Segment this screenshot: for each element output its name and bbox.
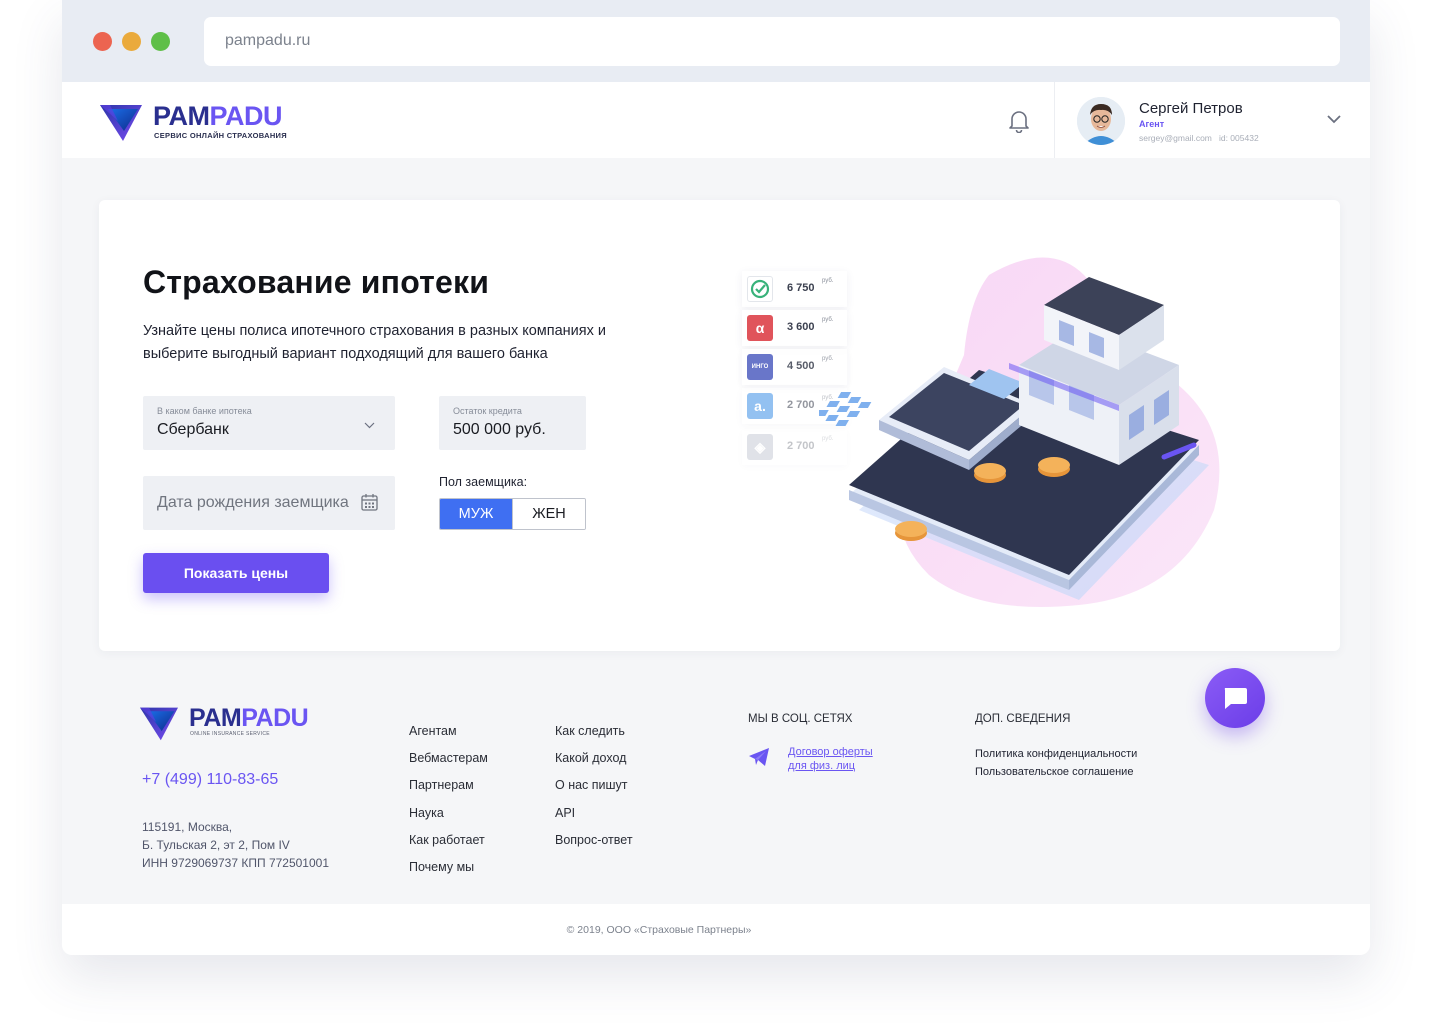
check-icon — [747, 276, 773, 302]
bell-icon[interactable] — [1008, 109, 1030, 133]
footer-link-why-us[interactable]: Почему мы — [409, 854, 488, 881]
page-subtitle: Узнайте цены полиса ипотечного страхован… — [143, 323, 607, 362]
chat-button[interactable] — [1205, 668, 1265, 728]
mortgage-illustration — [819, 257, 1220, 607]
footer-links-col1: Агентам Вебмастерам Партнерам Наука Как … — [409, 718, 488, 881]
gender-female-button[interactable]: ЖЕН — [512, 499, 585, 529]
address-bar[interactable]: pampadu.ru — [204, 17, 1340, 66]
calendar-icon[interactable] — [361, 493, 378, 511]
credit-balance-field[interactable]: Остаток кредита 500 000 руб. — [439, 396, 586, 450]
footer-link-webmasters[interactable]: Вебмастерам — [409, 745, 488, 772]
close-window-button[interactable] — [93, 32, 112, 51]
logo-tagline: СЕРВИС ОНЛАЙН СТРАХОВАНИЯ — [154, 131, 287, 140]
show-prices-button[interactable]: Показать цены — [143, 553, 329, 593]
privacy-policy-link[interactable]: Политика конфиденциальности — [975, 745, 1137, 763]
birth-date-placeholder: Дата рождения заемщика — [157, 494, 349, 511]
footer-link-agents[interactable]: Агентам — [409, 718, 488, 745]
price-value: 6 750 — [787, 282, 815, 294]
chevron-down-icon — [364, 422, 375, 429]
alpha-icon: α — [747, 315, 773, 341]
footer-link-api[interactable]: API — [555, 800, 633, 827]
offer-agreement-link[interactable]: Договор оферты для физ. лиц — [788, 745, 873, 773]
footer-link-press[interactable]: О нас пишут — [555, 772, 633, 799]
logo-text-part1: PAM — [153, 101, 210, 131]
footer-link-science[interactable]: Наука — [409, 800, 488, 827]
bank-select[interactable]: В каком банке ипотека Сбербанк — [143, 396, 395, 450]
minimize-window-button[interactable] — [122, 32, 141, 51]
footer-link-how-it-works[interactable]: Как работает — [409, 827, 488, 854]
maximize-window-button[interactable] — [151, 32, 170, 51]
user-role: Агент — [1139, 119, 1165, 129]
page-title: Страхование ипотеки — [143, 264, 490, 300]
user-email: sergey@gmail.com — [1139, 133, 1212, 143]
copyright-bar: © 2019, ООО «Страховые Партнеры» — [62, 904, 1370, 955]
user-agreement-link[interactable]: Пользовательское соглашение — [975, 763, 1137, 781]
footer-link-income[interactable]: Какой доход — [555, 745, 633, 772]
gender-label: Пол заемщика: — [439, 475, 528, 489]
browser-toolbar: pampadu.ru — [62, 0, 1370, 82]
avatar-image — [1077, 97, 1125, 145]
ingo-icon: ИНГО — [747, 354, 773, 380]
copyright: © 2019, ООО «Страховые Партнеры» — [566, 924, 752, 936]
birth-date-field[interactable]: Дата рождения заемщика — [143, 476, 395, 530]
header-divider — [1054, 82, 1055, 158]
price-value: 3 600 — [787, 321, 815, 333]
footer-phone[interactable]: +7 (499) 110-83-65 — [142, 771, 278, 789]
credit-balance-value: 500 000 руб. — [453, 421, 546, 438]
logo-mark-icon — [100, 105, 142, 141]
bank-select-label: В каком банке ипотека — [157, 406, 252, 416]
logo[interactable]: PAMPADU СЕРВИС ОНЛАЙН СТРАХОВАНИЯ — [98, 101, 298, 143]
user-meta: sergey@gmail.com id: 005432 — [1139, 133, 1259, 143]
gender-male-button[interactable]: МУЖ — [440, 499, 512, 529]
bank-select-value: Сбербанк — [157, 421, 229, 438]
offer-agreement-line2: для физ. лиц — [788, 760, 856, 772]
telegram-icon[interactable] — [748, 747, 770, 767]
browser-window: pampadu.ru PAMPADU СЕРВИС ОНЛАЙН СТРАХОВ… — [62, 0, 1370, 955]
logo-text-part1: PAM — [189, 704, 242, 732]
offer-agreement-line1: Договор оферты — [788, 746, 873, 758]
a-icon: a. — [747, 393, 773, 419]
user-id: id: 005432 — [1218, 133, 1259, 143]
footer-link-tracking[interactable]: Как следить — [555, 718, 633, 745]
gender-toggle: МУЖ ЖЕН — [439, 498, 586, 530]
avatar[interactable] — [1077, 97, 1125, 145]
footer-link-partners[interactable]: Партнерам — [409, 772, 488, 799]
price-value: 2 700 — [787, 399, 815, 411]
logo-wordmark: PAMPADU — [189, 704, 309, 732]
address-line: Б. Тульская 2, эт 2, Пом IV — [142, 838, 290, 852]
user-name: Сергей Петров — [1139, 100, 1243, 117]
footer-logo[interactable]: PAMPADU ONLINE INSURANCE SERVICE — [138, 704, 328, 744]
price-value: 4 500 — [787, 360, 815, 372]
logo-tagline: ONLINE INSURANCE SERVICE — [190, 731, 270, 737]
footer-address: 115191, Москва, Б. Тульская 2, эт 2, Пом… — [142, 818, 329, 872]
logo-mark-icon — [140, 707, 178, 741]
chat-icon — [1224, 688, 1247, 709]
logo-text-part2: PADU — [241, 704, 309, 732]
shield-icon: ◈ — [747, 434, 773, 460]
mortgage-calculator-card: Страхование ипотеки Узнайте цены полиса … — [99, 200, 1340, 651]
social-heading: МЫ В СОЦ. СЕТЯХ — [748, 713, 853, 725]
logo-wordmark: PAMPADU — [153, 101, 283, 131]
logo-text-part2: PADU — [209, 101, 283, 131]
chevron-down-icon[interactable] — [1326, 113, 1342, 125]
info-heading: ДОП. СВЕДЕНИЯ — [975, 713, 1071, 725]
footer-link-faq[interactable]: Вопрос-ответ — [555, 827, 633, 854]
address-line: 115191, Москва, — [142, 820, 233, 834]
site-header: PAMPADU СЕРВИС ОНЛАЙН СТРАХОВАНИЯ Сергей… — [62, 82, 1370, 158]
footer-links-col2: Как следить Какой доход О нас пишут API … — [555, 718, 633, 854]
address-line: ИНН 9729069737 КПП 772501001 — [142, 856, 330, 870]
credit-balance-label: Остаток кредита — [453, 406, 522, 416]
info-links: Политика конфиденциальности Пользователь… — [975, 745, 1137, 781]
price-value: 2 700 — [787, 440, 815, 452]
